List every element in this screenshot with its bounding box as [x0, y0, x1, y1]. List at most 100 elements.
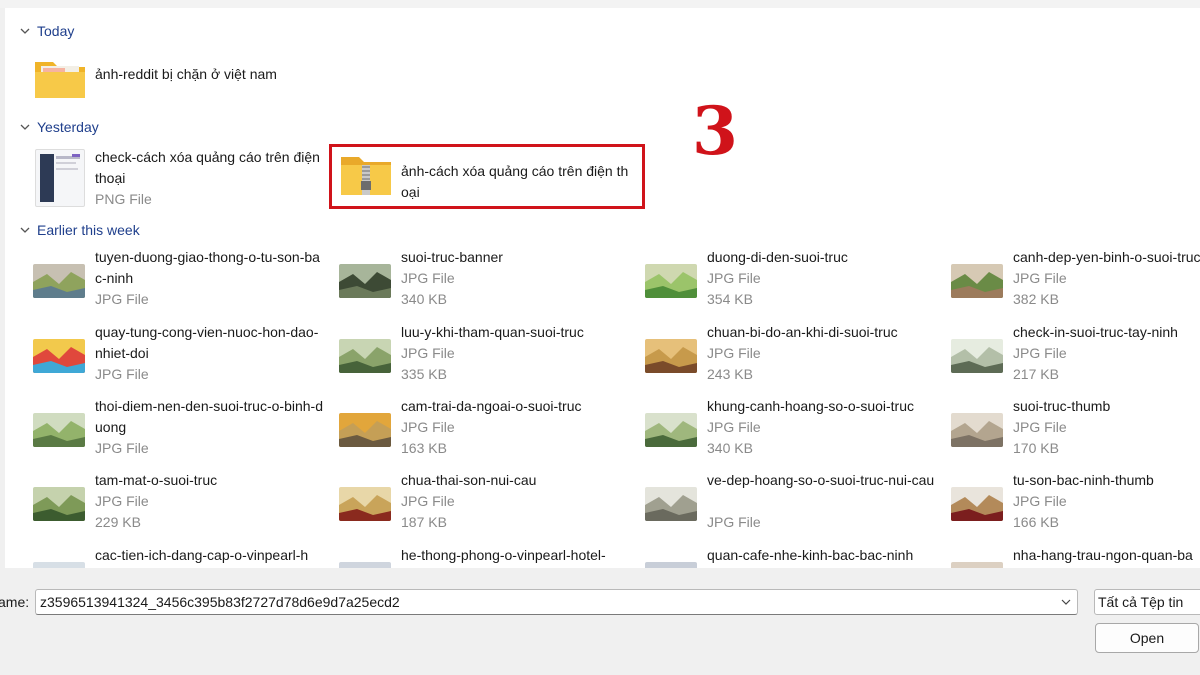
file-name: khung-canh-hoang-so-o-suoi-truc	[707, 398, 914, 414]
file-type-select[interactable]: Tất cả Tệp tin	[1094, 589, 1200, 615]
file-type: JPG File	[1013, 419, 1067, 435]
file-size: 170 KB	[1013, 440, 1059, 456]
file-name: cac-tien-ich-dang-cap-o-vinpearl-h	[95, 547, 309, 563]
file-type: JPG File	[95, 440, 149, 456]
file-type: JPG File	[401, 419, 455, 435]
list-item[interactable]: suoi-truc-banner JPG File 340 KB	[311, 249, 611, 315]
file-type: JPG File	[707, 345, 761, 361]
chevron-down-icon	[20, 227, 30, 233]
image-thumbnail	[339, 413, 391, 447]
file-name: check-in-suoi-truc-tay-ninh	[1013, 324, 1178, 340]
group-label: Earlier this week	[37, 222, 140, 238]
list-item[interactable]: ve-dep-hoang-so-o-suoi-truc-nui-cau JPG F…	[617, 472, 934, 538]
image-thumbnail	[33, 562, 85, 568]
file-type: JPG File	[401, 345, 455, 361]
file-name-input[interactable]	[36, 590, 1054, 614]
chevron-down-icon	[20, 28, 30, 34]
group-label: Yesterday	[37, 119, 99, 135]
file-name: luu-y-khi-tham-quan-suoi-truc	[401, 324, 584, 340]
file-name: quay-tung-cong-vien-nuoc-hon-dao-nhiet-d…	[95, 324, 319, 361]
list-item[interactable]: tu-son-bac-ninh-thumb JPG File 166 KB	[923, 472, 1200, 538]
list-item[interactable]: canh-dep-yen-binh-o-suoi-truc JPG File 382…	[923, 249, 1200, 315]
image-thumbnail	[645, 264, 697, 298]
list-item[interactable]: khung-canh-hoang-so-o-suoi-truc JPG File 3…	[617, 398, 917, 464]
list-item[interactable]: check-cách xóa quảng cáo trên điện thoại…	[5, 149, 320, 215]
list-item[interactable]: he-thong-phong-o-vinpearl-hotel-	[311, 547, 611, 568]
list-item[interactable]: ảnh-reddit bị chặn ở việt nam	[5, 58, 305, 122]
file-size: 187 KB	[401, 514, 447, 530]
file-name: suoi-truc-banner	[401, 249, 503, 265]
list-item[interactable]: tuyen-duong-giao-thong-o-tu-son-bac-ninh…	[5, 249, 320, 315]
file-list-pane[interactable]: Today ảnh-reddit bị chặn ở việt nam Yest…	[5, 8, 1200, 568]
file-type: JPG File	[401, 270, 455, 286]
file-size: 229 KB	[95, 514, 141, 530]
file-size: 340 KB	[401, 291, 447, 307]
file-name: tu-son-bac-ninh-thumb	[1013, 472, 1154, 488]
image-thumbnail	[339, 339, 391, 373]
image-thumbnail	[951, 562, 1003, 568]
file-size: 382 KB	[1013, 291, 1059, 307]
image-thumbnail	[645, 339, 697, 373]
list-item[interactable]: cam-trai-da-ngoai-o-suoi-truc JPG File 163…	[311, 398, 611, 464]
file-name: ảnh-reddit bị chặn ở việt nam	[95, 66, 277, 82]
chevron-down-icon[interactable]	[1061, 597, 1071, 607]
image-thumbnail	[33, 264, 85, 298]
chevron-down-icon	[20, 124, 30, 130]
list-item[interactable]: chuan-bi-do-an-khi-di-suoi-truc JPG File 2…	[617, 324, 917, 390]
file-name: canh-dep-yen-binh-o-suoi-truc	[1013, 249, 1200, 265]
file-name: tam-mat-o-suoi-truc	[95, 472, 218, 488]
file-name: chua-thai-son-nui-cau	[401, 472, 537, 488]
file-type: JPG File	[707, 270, 761, 286]
file-type: JPG File	[707, 419, 761, 435]
list-item[interactable]: tam-mat-o-suoi-truc JPG File 229 KB	[5, 472, 305, 538]
file-name-combobox[interactable]	[35, 589, 1078, 615]
file-type: JPG File	[95, 366, 149, 382]
image-thumbnail	[645, 413, 697, 447]
image-thumbnail	[33, 413, 85, 447]
image-thumbnail	[951, 264, 1003, 298]
file-name: quan-cafe-nhe-kinh-bac-bac-ninh	[707, 547, 914, 563]
step-number: 3	[692, 92, 738, 170]
open-button[interactable]: Open	[1095, 623, 1199, 653]
file-name: he-thong-phong-o-vinpearl-hotel-	[401, 547, 606, 563]
file-name-label: ame:	[0, 594, 30, 610]
list-item[interactable]: quan-cafe-nhe-kinh-bac-bac-ninh	[617, 547, 917, 568]
group-header-earlier-this-week[interactable]: Earlier this week	[19, 219, 140, 241]
file-size: 243 KB	[707, 366, 753, 382]
image-thumbnail	[33, 487, 85, 521]
file-size: 335 KB	[401, 366, 447, 382]
list-item[interactable]: check-in-suoi-truc-tay-ninh JPG File 217 K…	[923, 324, 1200, 390]
image-thumbnail	[951, 413, 1003, 447]
list-item[interactable]: quay-tung-cong-vien-nuoc-hon-dao-nhiet-d…	[5, 324, 318, 390]
image-thumbnail	[339, 487, 391, 521]
list-item[interactable]: cac-tien-ich-dang-cap-o-vinpearl-h	[5, 547, 308, 568]
file-name: chuan-bi-do-an-khi-di-suoi-truc	[707, 324, 898, 340]
file-type: JPG File	[95, 493, 149, 509]
file-size: 163 KB	[401, 440, 447, 456]
file-name: suoi-truc-thumb	[1013, 398, 1111, 414]
list-item[interactable]: chua-thai-son-nui-cau JPG File 187 KB	[311, 472, 611, 538]
file-type: JPG File	[707, 514, 761, 530]
list-item[interactable]: duong-di-den-suoi-truc JPG File 354 KB	[617, 249, 917, 315]
title-strip	[0, 0, 1200, 8]
file-name: nha-hang-trau-ngon-quan-ba	[1013, 547, 1193, 563]
folder-icon	[35, 62, 85, 98]
png-thumbnail	[35, 149, 85, 207]
image-thumbnail	[951, 487, 1003, 521]
image-thumbnail	[339, 264, 391, 298]
image-thumbnail	[645, 487, 697, 521]
file-type: JPG File	[1013, 493, 1067, 509]
file-size: 166 KB	[1013, 514, 1059, 530]
group-header-yesterday[interactable]: Yesterday	[19, 116, 99, 138]
file-type: JPG File	[401, 493, 455, 509]
list-item[interactable]: thoi-diem-nen-den-suoi-truc-o-binh-duong…	[5, 398, 323, 464]
list-item[interactable]: suoi-truc-thumb JPG File 170 KB	[923, 398, 1200, 464]
list-item[interactable]: nha-hang-trau-ngon-quan-ba	[923, 547, 1200, 568]
image-thumbnail	[951, 339, 1003, 373]
list-item[interactable]: luu-y-khi-tham-quan-suoi-truc JPG File 335…	[311, 324, 611, 390]
file-type: JPG File	[95, 291, 149, 307]
highlight-box	[329, 144, 645, 209]
file-type: JPG File	[1013, 345, 1067, 361]
file-name: duong-di-den-suoi-truc	[707, 249, 848, 265]
group-header-today[interactable]: Today	[19, 20, 74, 42]
